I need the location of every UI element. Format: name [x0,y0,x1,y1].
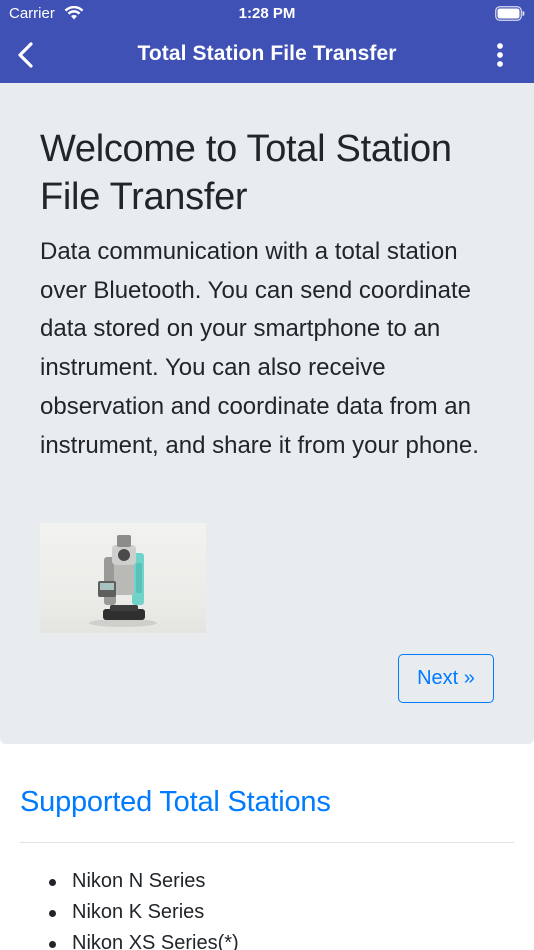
supported-stations-heading: Supported Total Stations [20,786,331,818]
list-item: Nikon N Series [48,866,239,897]
welcome-jumbotron: Welcome to Total Station File Transfer D… [0,83,534,744]
supported-stations-list: Nikon N Series Nikon K Series Nikon XS S… [48,866,239,950]
next-button[interactable]: Next » [398,654,494,703]
section-divider [20,842,514,843]
more-options-button[interactable] [496,42,504,68]
page-title: Total Station File Transfer [137,42,397,65]
status-time: 1:28 PM [238,5,296,22]
list-item: Nikon K Series [48,897,239,928]
welcome-description: Data communication with a total station … [40,238,479,459]
list-item: Nikon XS Series(*) [48,928,239,950]
welcome-heading: Welcome to Total Station File Transfer [40,128,452,218]
status-bar: Carrier 1:28 PM [0,0,534,28]
total-station-image [40,523,206,633]
nav-bar: Total Station File Transfer [0,28,534,83]
battery-icon [495,6,525,21]
app-header: Carrier 1:28 PM Total Station File Trans… [0,0,534,83]
